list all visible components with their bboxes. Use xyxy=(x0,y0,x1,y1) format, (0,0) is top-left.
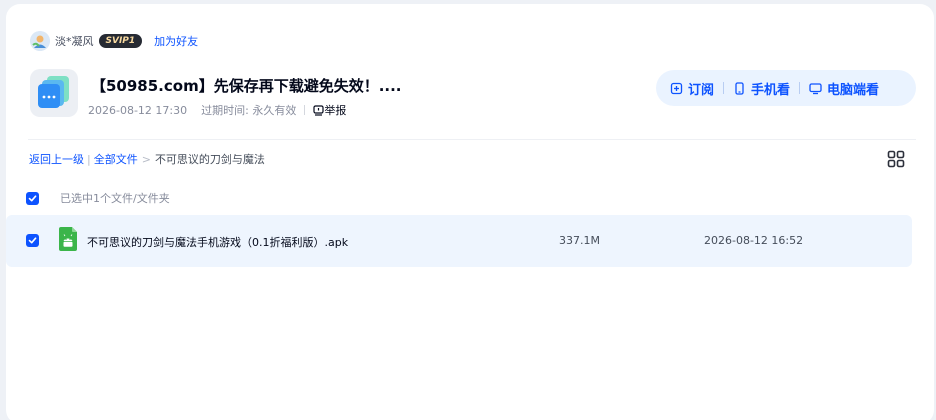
grid-view-toggle[interactable] xyxy=(886,149,906,169)
meta-divider xyxy=(304,105,306,115)
subscribe-button[interactable]: 订阅 xyxy=(670,79,714,98)
grid-view-icon xyxy=(887,150,905,168)
expire-time: 过期时间: 永久有效 xyxy=(201,104,297,117)
android-apk-icon xyxy=(59,227,79,251)
phone-view-label: 手机看 xyxy=(751,82,791,98)
username[interactable]: 淡*凝风 xyxy=(55,33,94,49)
share-page-card: 淡*凝风 SVIP1 加为好友 【50985.com】先保存再下载避免失效！..… xyxy=(6,4,934,420)
selection-count-text: 已选中1个文件/文件夹 xyxy=(60,192,170,205)
check-icon xyxy=(28,237,37,244)
current-folder: 不可思议的刀剑与魔法 xyxy=(154,153,265,166)
avatar-image xyxy=(30,31,50,51)
action-divider xyxy=(723,82,725,94)
subscribe-icon xyxy=(670,82,683,94)
add-friend-link[interactable]: 加为好友 xyxy=(154,33,198,49)
share-title: 【50985.com】先保存再下载避免失效！.... xyxy=(91,77,402,95)
share-meta: 2026-08-12 17:30 过期时间: 永久有效 举报 xyxy=(88,102,346,118)
subscribe-label: 订阅 xyxy=(688,82,715,98)
file-name[interactable]: 不可思议的刀剑与魔法手机游戏（0.1折福利版）.apk xyxy=(87,234,348,250)
selection-summary: 已选中1个文件/文件夹 xyxy=(26,190,170,206)
back-link[interactable]: 返回上一级 xyxy=(29,151,84,167)
select-all-checkbox[interactable] xyxy=(26,191,39,205)
stacked-files-icon xyxy=(38,76,69,108)
crumb-bar-separator: | xyxy=(87,152,91,166)
file-row[interactable]: 不可思议的刀剑与魔法手机游戏（0.1折福利版）.apk 337.1M 2026-… xyxy=(6,215,912,267)
phone-icon xyxy=(735,81,744,95)
header-divider xyxy=(28,139,916,140)
view-actions: 订阅 手机看 电脑端看 xyxy=(656,70,916,106)
file-date: 2026-08-12 16:52 xyxy=(704,234,804,247)
file-size: 337.1M xyxy=(559,234,600,247)
pc-view-label: 电脑端看 xyxy=(827,82,880,98)
check-icon xyxy=(28,194,37,201)
report-label: 举报 xyxy=(324,104,347,117)
user-avatar[interactable] xyxy=(30,31,50,51)
all-files-link[interactable]: 全部文件 xyxy=(94,151,138,167)
report-button[interactable]: 举报 xyxy=(313,102,346,118)
action-divider xyxy=(799,82,801,94)
report-icon xyxy=(313,104,324,116)
breadcrumb: 返回上一级 | 全部文件 > 不可思议的刀剑与魔法 xyxy=(29,151,265,167)
file-checkbox[interactable] xyxy=(26,234,39,247)
svip-badge: SVIP1 xyxy=(98,34,143,48)
monitor-icon xyxy=(809,82,822,94)
pc-view-button[interactable]: 电脑端看 xyxy=(809,79,879,98)
share-folder-icon xyxy=(30,69,78,117)
phone-view-button[interactable]: 手机看 xyxy=(733,79,790,98)
created-time: 2026-08-12 17:30 xyxy=(88,103,188,117)
sharer-info: 淡*凝风 SVIP1 加为好友 xyxy=(30,28,198,54)
crumb-separator: > xyxy=(141,152,151,166)
